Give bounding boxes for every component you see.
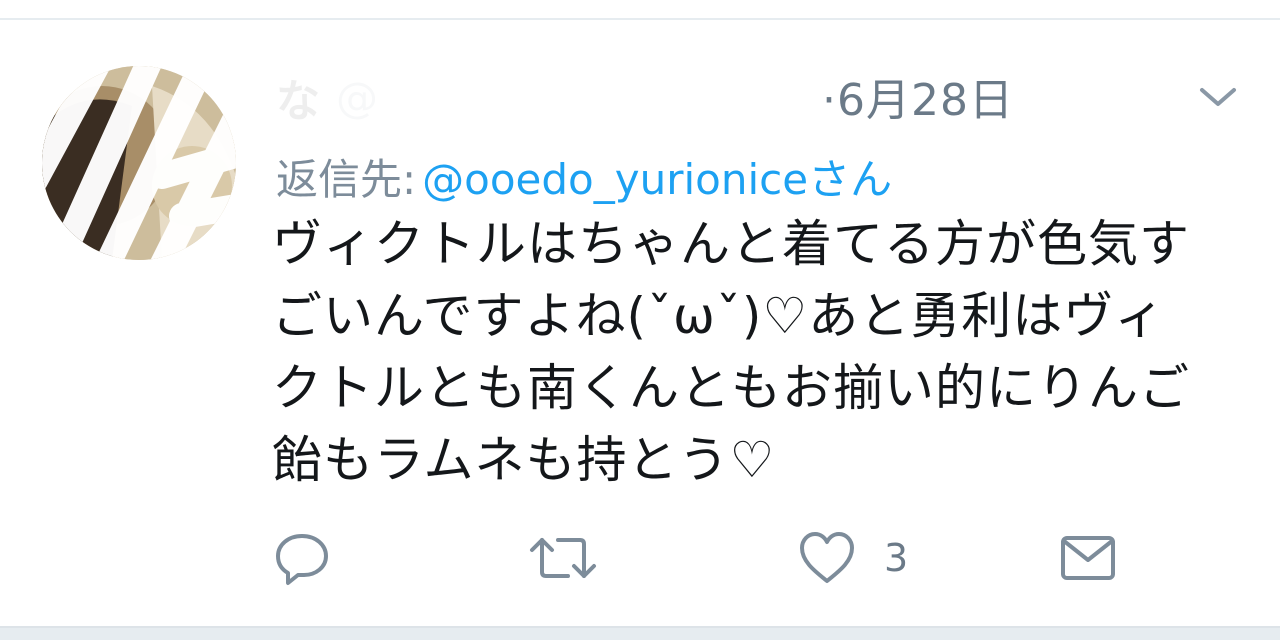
retweet-icon [528,528,598,588]
date-separator: · [822,75,837,126]
reply-icon [272,528,332,588]
retweet-button[interactable] [528,520,598,596]
avatar[interactable] [42,66,236,260]
envelope-icon [1058,528,1118,588]
reply-prefix: 返信先: [276,155,417,204]
redaction-scribble [276,62,836,126]
chevron-down-icon[interactable] [1196,80,1240,114]
tweet-text-line: ヴィクトルはちゃんと着てる方が色気す [272,215,1190,273]
tweet-text-line: 飴もラムネも持とう♡ [272,431,776,489]
reply-button[interactable] [272,520,332,596]
direct-message-button[interactable] [1058,520,1118,596]
tweet-date[interactable]: ·6月28日 [822,64,1014,128]
date-text: 6月28日 [837,75,1014,126]
like-button[interactable]: 3 [796,520,908,596]
tweet-actions: 3 [0,520,1280,596]
heart-icon [796,528,858,588]
like-count: 3 [884,536,909,580]
tweet-text-line: ごいんですよね(ˇωˇ)♡あと勇利はヴィ [272,287,1166,345]
tweet-text: ヴィクトルはちゃんと着てる方が色気す ごいんですよね(ˇωˇ)♡あと勇利はヴィ … [272,208,1262,496]
reply-to-line: 返信先: @ooedo_yurioniceさん [276,146,892,207]
reply-mention-link[interactable]: @ooedo_yurioniceさん [422,155,892,204]
tweet-text-line: クトルとも南くんともお揃い的にりんご [272,359,1190,417]
avatar-image [42,66,236,260]
top-divider [0,0,1280,20]
tweet-page: な @ ·6月28日 返信先:@ooedo_yurioniceさん ヴィクトルは… [0,0,1280,640]
bottom-divider [0,626,1280,640]
